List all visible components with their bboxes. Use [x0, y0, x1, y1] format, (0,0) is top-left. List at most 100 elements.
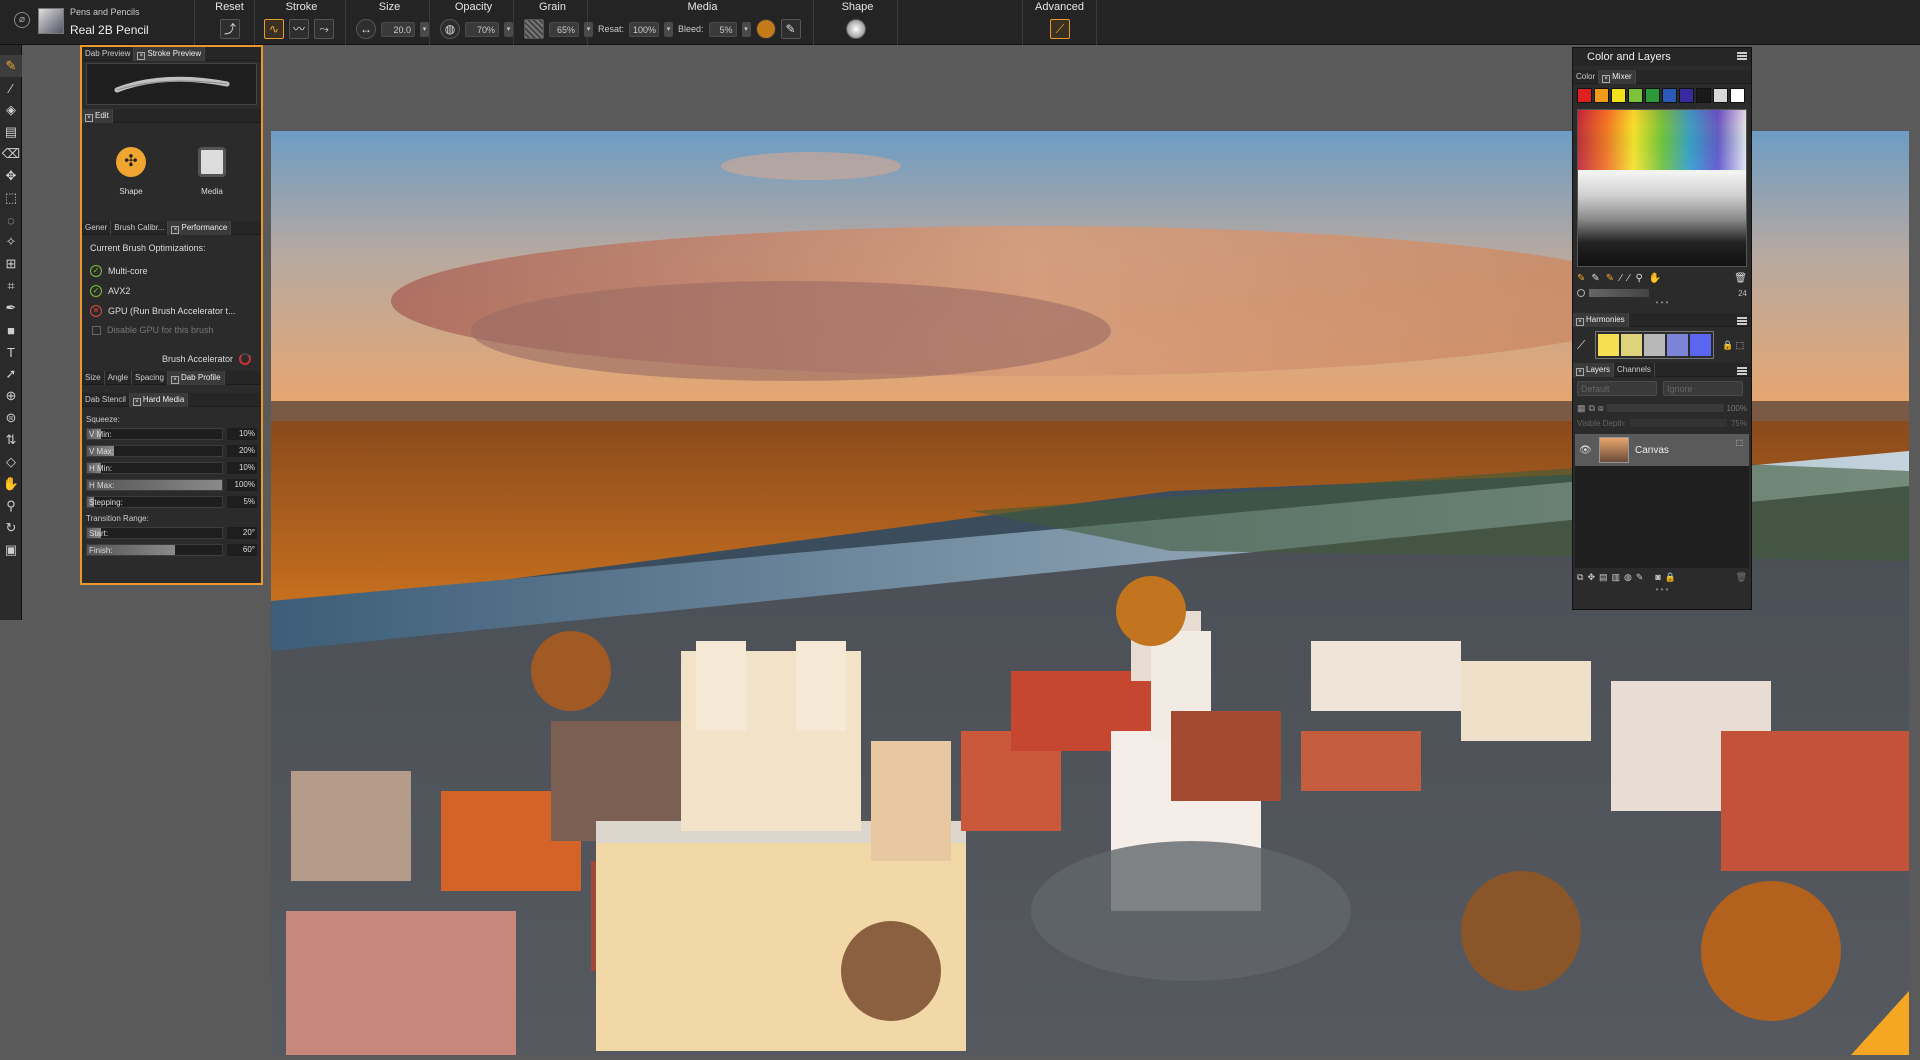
slider-value[interactable]: 20°	[227, 527, 257, 539]
slider-track[interactable]: H Max:	[86, 479, 224, 491]
harmony-swatch[interactable]	[1621, 334, 1643, 356]
color-swatch[interactable]	[1645, 88, 1660, 103]
slider-value[interactable]: 10%	[227, 428, 257, 440]
brush-library-icon[interactable]: ⌀	[14, 12, 30, 28]
slider-value[interactable]: 10%	[227, 462, 257, 474]
rotate-page-icon[interactable]: ↻	[0, 517, 22, 539]
grain-field[interactable]: 65%	[549, 21, 579, 37]
layer-commands-icon[interactable]: ⧉	[1577, 572, 1583, 583]
harmonies-menu-icon[interactable]	[1737, 317, 1747, 325]
layer-opacity-slider[interactable]	[1606, 404, 1724, 412]
freehand-stroke-icon[interactable]: ∿	[264, 19, 284, 39]
straight-line-icon[interactable]: 〰	[289, 19, 309, 39]
color-swatch[interactable]	[1628, 88, 1643, 103]
tab-channels[interactable]: Channels	[1614, 362, 1655, 377]
mix-brush-icon[interactable]: ✎	[1606, 273, 1614, 284]
size-dropdown[interactable]: ▾	[420, 21, 429, 37]
media-texture-icon[interactable]: ✎	[780, 19, 801, 39]
color-swatch[interactable]	[1696, 88, 1711, 103]
tab-brush-calibration[interactable]: Brush Calibr...	[111, 220, 169, 235]
harmony-swatch[interactable]	[1598, 334, 1620, 356]
slider-track[interactable]: H Min:	[86, 462, 224, 474]
brush-selector[interactable]: ⌀ Pens and Pencils Real 2B Pencil	[0, 0, 195, 45]
rubber-stamp-icon[interactable]: ⊜	[0, 407, 22, 429]
advanced-settings-icon[interactable]: ⟋	[1050, 19, 1070, 39]
bleed-field[interactable]: 5%	[708, 21, 737, 37]
tab-dab-preview[interactable]: Dab Preview	[82, 46, 135, 61]
mixer-pad[interactable]	[1577, 109, 1747, 267]
dropper-tool-icon[interactable]: ⁄	[0, 77, 22, 99]
pick-underlying-icon[interactable]: ⧉	[1589, 403, 1595, 414]
tab-general[interactable]: Gener	[82, 220, 112, 235]
slider-value[interactable]: 20%	[227, 445, 257, 457]
slider-track[interactable]: V Min:	[86, 428, 224, 440]
opacity-dropdown[interactable]: ▾	[504, 21, 513, 37]
dirty-brush-icon[interactable]: ✎	[1577, 273, 1585, 284]
clear-mixer-icon[interactable]: 🗑	[1734, 273, 1747, 284]
color-swatch[interactable]	[1713, 88, 1728, 103]
tab-spacing[interactable]: Spacing	[132, 370, 168, 385]
layer-group-icon[interactable]: ✎	[1636, 572, 1644, 583]
mixer-size-slider[interactable]	[1589, 289, 1649, 297]
selection-arrow-icon[interactable]: ➚	[0, 363, 22, 385]
shape-icon[interactable]: ✣	[116, 147, 146, 177]
rect-select-icon[interactable]: ⬚	[0, 187, 22, 209]
resat-dropdown[interactable]: ▾	[664, 21, 674, 37]
paint-bucket-icon[interactable]: ◈	[0, 99, 22, 121]
slider-value[interactable]: 60°	[227, 544, 257, 556]
paper-grain-icon[interactable]	[524, 19, 544, 39]
perspective-guide-icon[interactable]: ◇	[0, 451, 22, 473]
pen-tool-icon[interactable]: ✒	[0, 297, 22, 319]
pan-icon[interactable]: ✋	[1649, 273, 1661, 284]
size-field[interactable]: 20.0	[381, 21, 415, 37]
preserve-transparency-icon[interactable]: ▦	[1577, 403, 1586, 414]
sample-multiple-icon[interactable]: ⁄	[1628, 273, 1630, 284]
close-icon[interactable]: ×	[1576, 317, 1584, 326]
tab-color[interactable]: Color	[1573, 69, 1600, 84]
tab-mixer[interactable]: × Mixer	[1599, 69, 1636, 84]
expand-icon[interactable]: ⬚	[1736, 340, 1745, 351]
layer-row-canvas[interactable]: 👁 Canvas ⬚	[1575, 434, 1749, 466]
close-icon[interactable]: ×	[171, 225, 180, 234]
close-icon[interactable]: ×	[1602, 74, 1611, 83]
tab-edit[interactable]: × Edit	[82, 108, 113, 123]
close-icon[interactable]: ×	[132, 397, 141, 406]
move-tool-icon[interactable]: ✥	[0, 165, 22, 187]
delete-layer-icon[interactable]: 🗑	[1736, 572, 1747, 583]
checkbox-icon[interactable]	[92, 325, 101, 335]
panel-menu-icon[interactable]	[1737, 52, 1747, 60]
apply-color-icon[interactable]: ✎	[1591, 273, 1599, 284]
text-tool-icon[interactable]: T	[0, 341, 22, 363]
slider-track[interactable]: Stepping:	[86, 496, 224, 508]
brush-accelerator-button[interactable]: Brush Accelerator	[162, 353, 251, 365]
visible-depth-slider[interactable]	[1630, 419, 1727, 427]
harmony-swatch[interactable]	[1667, 334, 1689, 356]
tab-size[interactable]: Size	[82, 370, 105, 385]
bleed-dropdown[interactable]: ▾	[741, 21, 751, 37]
tab-hard-media[interactable]: × Hard Media	[129, 392, 189, 407]
lock-icon[interactable]: 🔒	[1665, 572, 1676, 583]
composite-select[interactable]: Ignore	[1663, 381, 1743, 396]
color-swatch[interactable]	[1679, 88, 1694, 103]
more-handle[interactable]: • • •	[1573, 299, 1751, 309]
close-icon[interactable]: ×	[1576, 367, 1584, 376]
slider-row[interactable]: V Max: 20%	[86, 444, 257, 458]
close-icon[interactable]: ×	[137, 51, 146, 60]
lock-icon[interactable]: 🔒	[1722, 340, 1733, 351]
stroke-path-icon[interactable]: ⤳	[314, 19, 334, 39]
dynamic-plugins-icon[interactable]: ✥	[1587, 572, 1595, 583]
transform-tool-icon[interactable]: ⊞	[0, 253, 22, 275]
tab-harmonies[interactable]: × Harmonies	[1573, 312, 1629, 327]
close-icon[interactable]: ×	[170, 375, 179, 384]
sample-color-icon[interactable]: ⁄	[1620, 273, 1622, 284]
color-swatch[interactable]	[1662, 88, 1677, 103]
layers-menu-icon[interactable]	[1737, 367, 1747, 375]
tab-layers[interactable]: × Layers	[1573, 362, 1615, 377]
eraser-tool-icon[interactable]: ⌫	[0, 143, 22, 165]
zoom-icon[interactable]: ⚲	[1636, 273, 1643, 284]
crop-tool-icon[interactable]: ⌗	[0, 275, 22, 297]
grab-tool-icon[interactable]: ✋	[0, 473, 22, 495]
tab-dab-stencil[interactable]: Dab Stencil	[82, 392, 130, 407]
tab-dab-profile[interactable]: × Dab Profile	[167, 370, 225, 385]
tab-angle[interactable]: Angle	[105, 370, 133, 385]
